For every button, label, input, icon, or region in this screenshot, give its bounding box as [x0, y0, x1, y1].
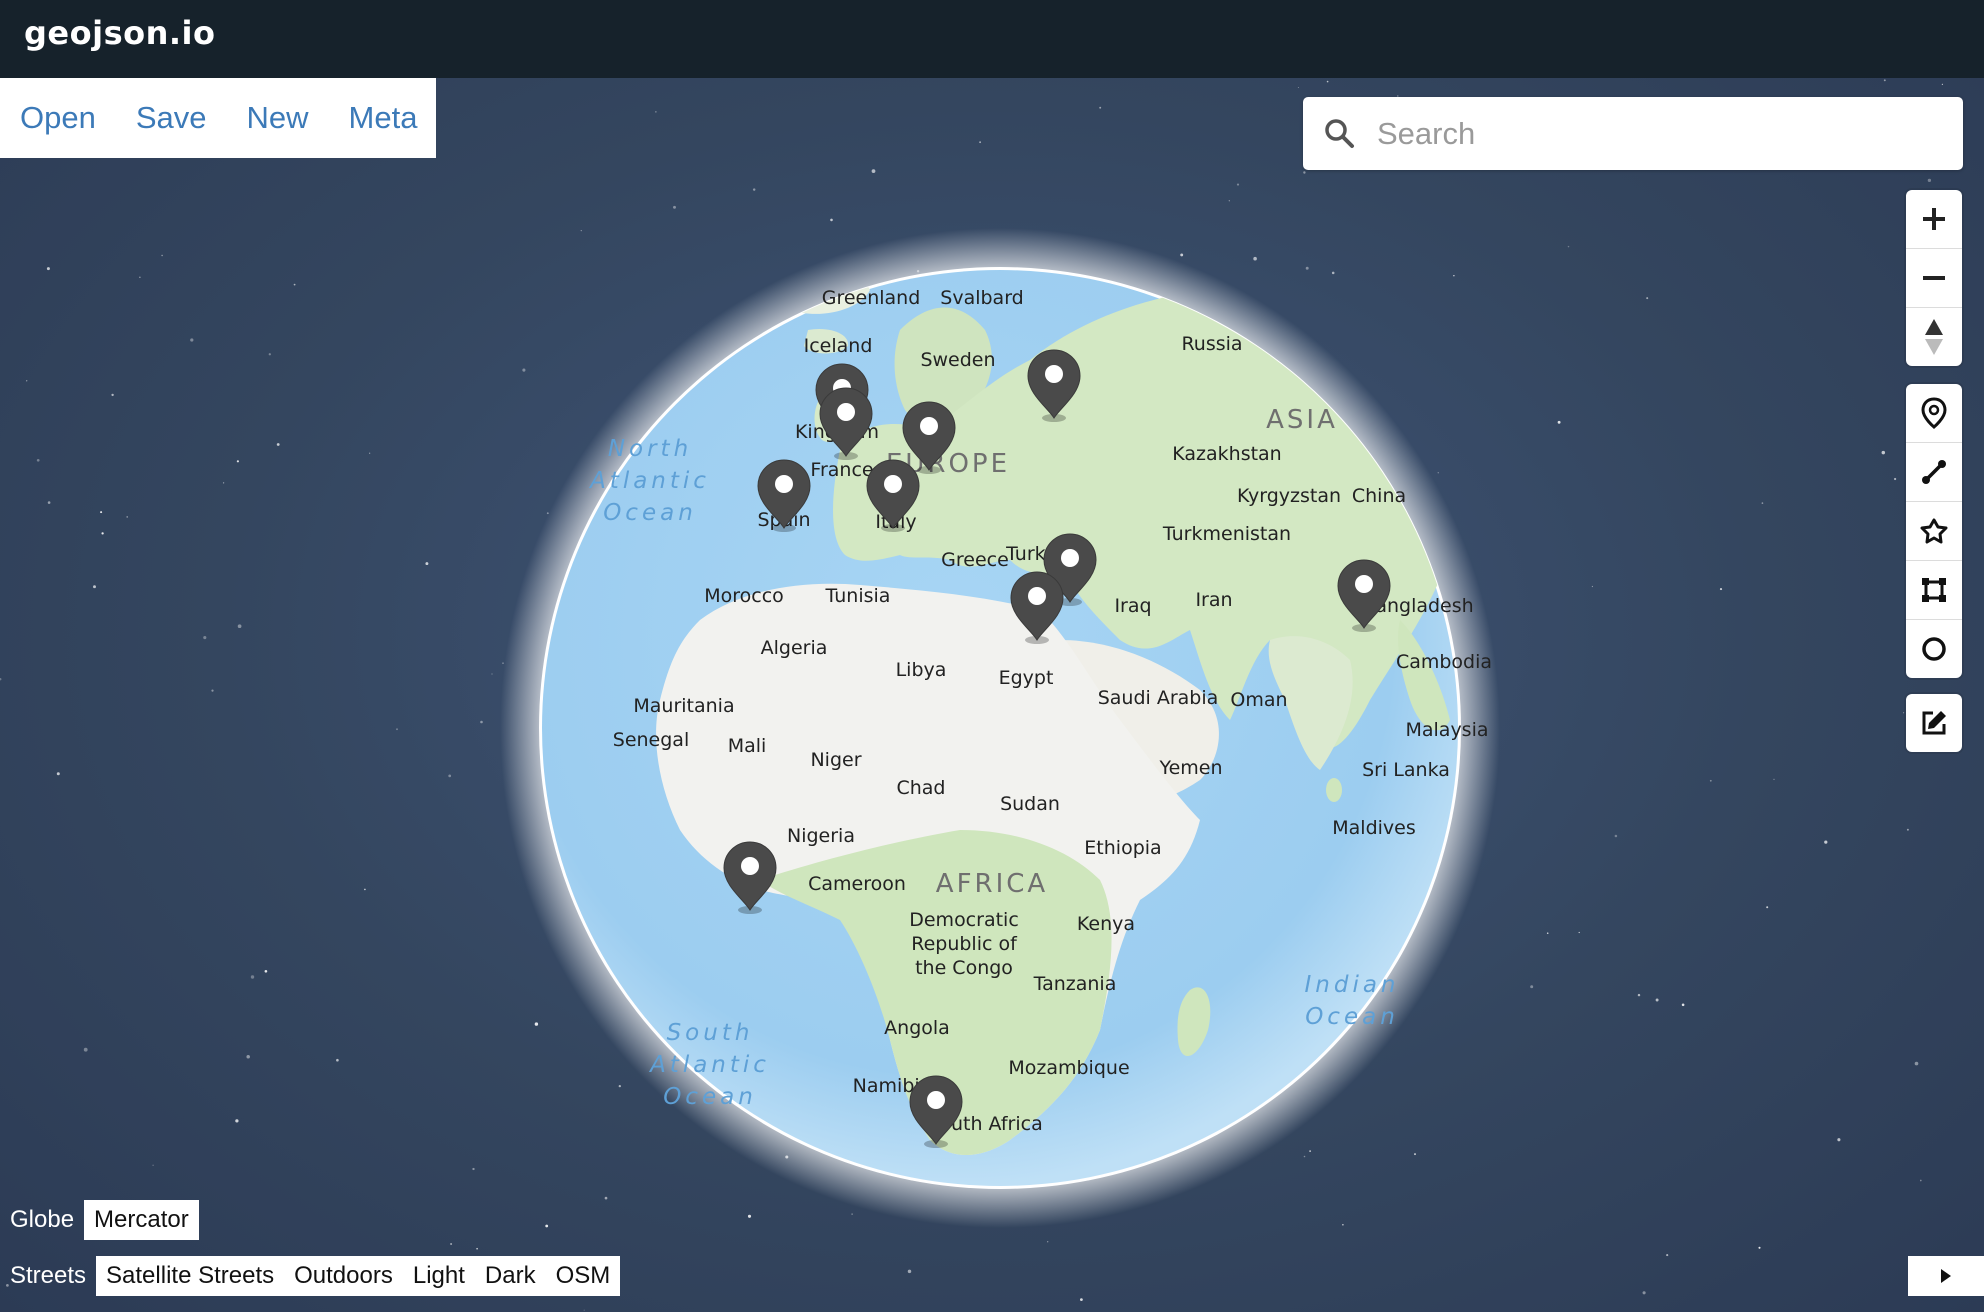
svg-text:Ethiopia: Ethiopia	[1084, 837, 1161, 859]
edit-tools	[1906, 694, 1962, 752]
draw-circle-button[interactable]	[1906, 620, 1962, 678]
zoom-in-button[interactable]	[1906, 190, 1962, 249]
svg-text:Svalbard: Svalbard	[940, 287, 1023, 309]
svg-text:Mozambique: Mozambique	[1008, 1057, 1129, 1079]
style-satellite-streets[interactable]: Satellite Streets	[96, 1256, 285, 1296]
draw-line-button[interactable]	[1906, 443, 1962, 502]
svg-text:Tunisia: Tunisia	[825, 585, 891, 607]
compass-button[interactable]	[1906, 308, 1962, 366]
style-options: Satellite Streets Outdoors Light Dark OS…	[96, 1256, 621, 1296]
projection-globe[interactable]: Globe	[0, 1200, 84, 1240]
svg-text:Nigeria: Nigeria	[787, 825, 855, 847]
app-title: geojson.io	[24, 14, 216, 52]
svg-text:Atlantic: Atlantic	[648, 1052, 770, 1078]
style-light[interactable]: Light	[402, 1256, 475, 1296]
minus-icon	[1923, 276, 1945, 280]
save-button[interactable]: Save	[136, 100, 207, 136]
projection-mercator[interactable]: Mercator	[84, 1200, 199, 1240]
edit-features-button[interactable]	[1906, 694, 1962, 752]
draw-tools	[1906, 384, 1962, 678]
svg-text:Cambodia: Cambodia	[1396, 651, 1492, 673]
rectangle-icon	[1922, 578, 1946, 602]
svg-text:Atlantic: Atlantic	[588, 468, 710, 494]
svg-text:Democratic: Democratic	[909, 909, 1019, 931]
svg-text:Morocco: Morocco	[704, 585, 784, 607]
draw-polygon-button[interactable]	[1906, 502, 1962, 561]
svg-text:Mauritania: Mauritania	[633, 695, 734, 717]
svg-text:Algeria: Algeria	[761, 637, 828, 659]
draw-point-button[interactable]	[1906, 384, 1962, 443]
app-header: geojson.io	[0, 0, 1984, 78]
style-outdoors[interactable]: Outdoors	[284, 1256, 403, 1296]
svg-text:Niger: Niger	[810, 749, 861, 771]
map-style-switcher: Streets Satellite Streets Outdoors Light…	[0, 1256, 621, 1296]
svg-text:Ocean: Ocean	[603, 500, 697, 526]
svg-text:France: France	[810, 459, 873, 481]
svg-text:Republic of: Republic of	[911, 933, 1018, 955]
app-window: geojson.io North Atlantic Ocean South At…	[0, 0, 1984, 1312]
svg-text:Kyrgyzstan: Kyrgyzstan	[1237, 485, 1341, 507]
svg-text:Ocean: Ocean	[1305, 1004, 1399, 1030]
polygon-icon	[1920, 518, 1948, 544]
svg-text:ASIA: ASIA	[1266, 405, 1338, 435]
map-canvas[interactable]: North Atlantic Ocean South Atlantic Ocea…	[0, 78, 1984, 1312]
meta-button[interactable]: Meta	[349, 100, 418, 136]
line-icon	[1922, 460, 1946, 484]
open-button[interactable]: Open	[20, 100, 96, 136]
svg-text:Iceland: Iceland	[804, 335, 873, 357]
svg-text:Egypt: Egypt	[999, 667, 1054, 689]
file-menu: Open Save New Meta	[0, 78, 436, 158]
edit-icon	[1922, 711, 1946, 735]
style-streets[interactable]: Streets	[0, 1256, 96, 1296]
draw-rectangle-button[interactable]	[1906, 561, 1962, 620]
zoom-controls	[1906, 190, 1962, 366]
svg-text:Sudan: Sudan	[1000, 793, 1060, 815]
svg-text:Cameroon: Cameroon	[808, 873, 906, 895]
style-dark[interactable]: Dark	[474, 1256, 546, 1296]
svg-text:Maldives: Maldives	[1332, 817, 1416, 839]
svg-text:Indian: Indian	[1304, 972, 1399, 998]
caret-right-icon	[1941, 1269, 1951, 1283]
projection-switcher: Globe Mercator	[0, 1200, 199, 1240]
srilanka-land	[1326, 778, 1342, 802]
svg-text:Mali: Mali	[728, 735, 767, 757]
circle-icon	[1922, 637, 1946, 661]
compass-icon	[1925, 319, 1943, 355]
globe[interactable]: North Atlantic Ocean South Atlantic Ocea…	[0, 78, 1984, 1312]
zoom-out-button[interactable]	[1906, 249, 1962, 308]
svg-text:Yemen: Yemen	[1158, 757, 1222, 779]
search-icon	[1323, 117, 1355, 154]
svg-text:Malaysia: Malaysia	[1405, 719, 1488, 741]
svg-text:Chad: Chad	[896, 777, 945, 799]
svg-text:Iraq: Iraq	[1114, 595, 1151, 617]
svg-text:Senegal: Senegal	[613, 729, 689, 751]
search-input[interactable]	[1375, 107, 1949, 161]
svg-text:Sri Lanka: Sri Lanka	[1362, 759, 1450, 781]
svg-text:China: China	[1352, 485, 1406, 507]
svg-text:Oman: Oman	[1230, 689, 1287, 711]
svg-text:Tanzania: Tanzania	[1033, 973, 1117, 995]
style-osm[interactable]: OSM	[545, 1256, 621, 1296]
svg-text:Kazakhstan: Kazakhstan	[1172, 443, 1281, 465]
map-pin-icon	[1921, 397, 1947, 429]
svg-text:Greece: Greece	[941, 549, 1009, 571]
svg-text:Ocean: Ocean	[663, 1084, 757, 1110]
svg-text:Angola: Angola	[884, 1017, 950, 1039]
svg-text:Kenya: Kenya	[1077, 913, 1135, 935]
new-button[interactable]: New	[247, 100, 309, 136]
svg-text:Turkmenistan: Turkmenistan	[1162, 523, 1291, 545]
svg-text:AFRICA: AFRICA	[936, 869, 1048, 899]
svg-text:Greenland: Greenland	[822, 287, 921, 309]
svg-text:Russia: Russia	[1181, 333, 1242, 355]
plus-icon	[1923, 208, 1945, 230]
svg-text:Libya: Libya	[896, 659, 947, 681]
svg-text:South: South	[667, 1020, 754, 1046]
svg-text:Saudi Arabia: Saudi Arabia	[1098, 687, 1219, 709]
toggle-sidebar-button[interactable]	[1908, 1256, 1984, 1296]
svg-text:North: North	[608, 436, 692, 462]
svg-text:Sweden: Sweden	[920, 349, 995, 371]
svg-text:Iran: Iran	[1195, 589, 1232, 611]
svg-text:the Congo: the Congo	[915, 957, 1013, 979]
search-box	[1303, 97, 1963, 170]
